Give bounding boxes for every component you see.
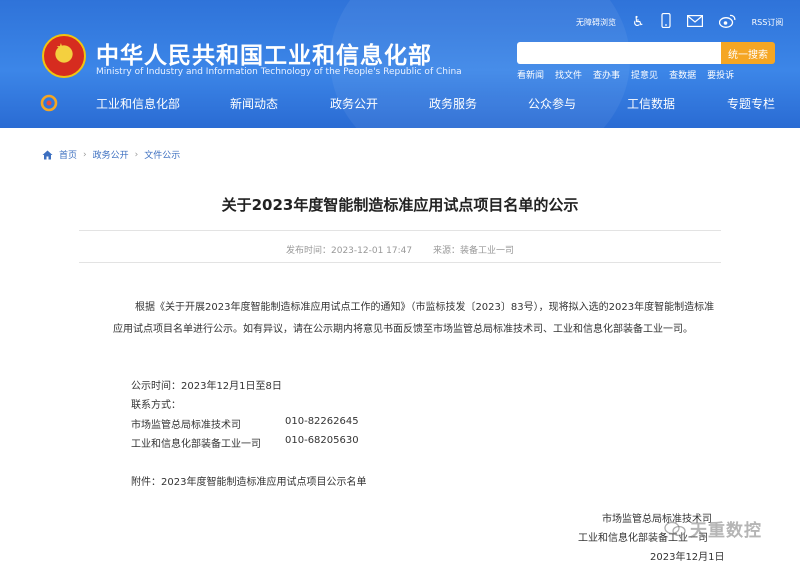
quicklink-news[interactable]: 看新闻 [517,68,544,81]
search-button[interactable]: 统一搜索 [721,42,775,64]
wechat-logo-icon [664,521,686,536]
nav-ministry[interactable]: 工业和信息化部 [96,95,180,112]
rss-link[interactable]: RSS订阅 [752,17,784,28]
mobile-phone-icon[interactable] [660,12,671,31]
quicklink-complaint[interactable]: 要投诉 [707,68,734,81]
article-source: 来源：装备工业一司 [432,246,514,256]
home-logo-icon[interactable] [40,94,58,112]
main-nav: 工业和信息化部 新闻动态 政务公开 政务服务 公众参与 工信数据 专题专栏 [0,90,800,118]
divider [79,262,721,263]
nav-public-participation[interactable]: 公众参与 [528,95,576,112]
site-title: 中华人民共和国工业和信息化部 [96,43,432,69]
top-links: 无障碍浏览 ♿ RSS订阅 [576,12,783,32]
breadcrumb-separator: › [134,149,139,160]
nav-data[interactable]: 工信数据 [627,95,675,112]
contact-org: 市场监管总局标准技术司 [131,420,241,431]
contact-org: 工业和信息化部装备工业一司 [131,439,261,450]
contact-row: 工业和信息化部装备工业一司 010-68205630 [131,435,359,450]
breadcrumb: 首页 › 政务公开 › 文件公示 [42,148,180,161]
site-subtitle: Ministry of Industry and Information Tec… [96,67,462,77]
contact-phone: 010-82262645 [285,416,359,427]
article-meta: 发布时间：2023-12-01 17:47 来源：装备工业一司 [0,243,800,256]
nav-special-topics[interactable]: 专题专栏 [727,95,775,112]
contact-phone: 010-68205630 [285,435,359,446]
contact-row: 市场监管总局标准技术司 010-82262645 [131,416,359,431]
quicklink-services[interactable]: 查办事 [593,68,620,81]
attachment-link[interactable]: 附件：2023年度智能制造标准应用试点项目公示名单 [131,473,366,488]
article-paragraph: 根据《关于开展2023年度智能制造标准应用试点工作的通知》（市监标技发〔2023… [113,302,715,335]
watermark-text: 天重数控 [690,521,762,541]
accessibility-link[interactable]: 无障碍浏览 [576,17,616,28]
quicklink-data[interactable]: 查数据 [669,68,696,81]
breadcrumb-file-notice[interactable]: 文件公示 [144,148,180,161]
home-icon [42,150,53,159]
watermark: 天重数控 [664,516,762,541]
signature-date: 2023年12月1日 [650,552,725,563]
search-input[interactable] [517,42,721,64]
nav-gov-open[interactable]: 政务公开 [330,95,378,112]
publish-time: 发布时间：2023-12-01 17:47 [286,246,413,256]
divider [79,230,721,231]
mail-icon[interactable] [686,14,703,30]
article-title: 关于2023年度智能制造标准应用试点项目名单的公示 [221,196,579,214]
accessibility-person-icon[interactable]: ♿ [632,15,645,29]
nav-gov-service[interactable]: 政务服务 [429,95,477,112]
weibo-icon[interactable] [718,14,736,31]
site-header: ★ 中华人民共和国工业和信息化部 Ministry of Industry an… [0,0,800,128]
quicklink-feedback[interactable]: 提意见 [631,68,658,81]
breadcrumb-separator: › [83,149,87,160]
quick-links: 看新闻 找文件 查办事 提意见 查数据 要投诉 [517,68,734,81]
breadcrumb-gov-open[interactable]: 政务公开 [93,148,129,161]
notice-period: 公示时间：2023年12月1日至8日 [131,381,282,392]
contact-label: 联系方式： [131,400,181,411]
nav-news[interactable]: 新闻动态 [230,95,278,112]
national-emblem-icon: ★ [42,34,86,78]
quicklink-files[interactable]: 找文件 [555,68,582,81]
breadcrumb-home[interactable]: 首页 [59,148,77,161]
